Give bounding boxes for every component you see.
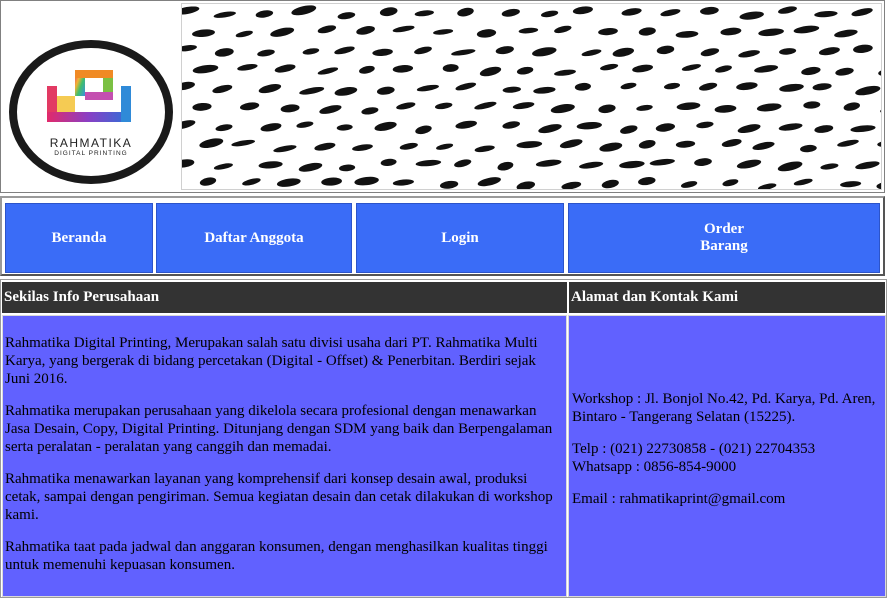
- nav-order-barang[interactable]: Order Barang: [567, 202, 881, 274]
- logo-tagline: DIGITAL PRINTING: [54, 150, 128, 157]
- logo-name: RAHMATIKA: [49, 136, 133, 150]
- info-paragraph: Rahmatika taat pada jadwal dan anggaran …: [5, 539, 548, 573]
- contact-whatsapp: Whatsapp : 0856-854-9000: [572, 459, 737, 475]
- contact-email[interactable]: Email : rahmatikaprint@gmail.com: [572, 490, 882, 508]
- contact-panel: Workshop : Jl. Bonjol No.42, Pd. Karya, …: [568, 315, 886, 597]
- content-table: Sekilas Info Perusahaan Alamat dan Konta…: [0, 279, 887, 598]
- contact-heading: Alamat dan Kontak Kami: [569, 282, 885, 313]
- nav-daftar-anggota[interactable]: Daftar Anggota: [155, 202, 353, 274]
- info-paragraph: Rahmatika merupakan perusahaan yang dike…: [5, 403, 553, 455]
- info-heading: Sekilas Info Perusahaan: [2, 282, 567, 313]
- contact-workshop: Workshop : Jl. Bonjol No.42, Pd. Karya, …: [572, 391, 876, 425]
- info-paragraph: Rahmatika Digital Printing, Merupakan sa…: [5, 335, 538, 387]
- nav-beranda[interactable]: Beranda: [4, 202, 154, 274]
- info-paragraph: Rahmatika menawarkan layanan yang kompre…: [5, 471, 553, 523]
- company-logo[interactable]: RAHMATIKA DIGITAL PRINTING: [9, 40, 173, 184]
- logo-cell: RAHMATIKA DIGITAL PRINTING: [3, 3, 178, 190]
- banner-image: [181, 3, 882, 190]
- contact-phones: Telp : (021) 22730858 - (021) 22704353 Wh…: [572, 440, 882, 476]
- dot-pattern-image: [182, 5, 881, 189]
- info-panel: Rahmatika Digital Printing, Merupakan sa…: [2, 315, 567, 597]
- main-navigation: Beranda Daftar Anggota Login Order Baran…: [0, 196, 885, 276]
- contact-telp: Telp : (021) 22730858 - (021) 22704353: [572, 441, 816, 457]
- site-header: RAHMATIKA DIGITAL PRINTING: [0, 0, 885, 193]
- nav-login[interactable]: Login: [355, 202, 565, 274]
